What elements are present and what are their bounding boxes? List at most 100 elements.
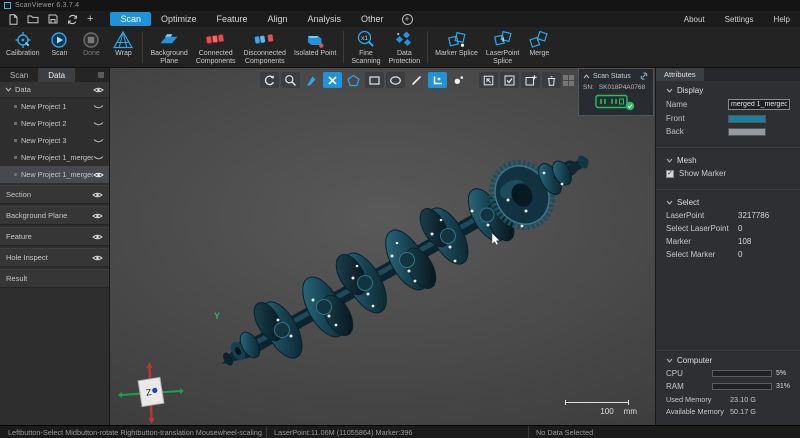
disconnected-components-icon — [254, 30, 275, 49]
collapse-chevron-icon[interactable] — [583, 74, 590, 79]
tree-node-feature[interactable]: Feature — [0, 227, 109, 246]
wrap-mesh-icon — [113, 30, 133, 49]
background-plane-button[interactable]: Background Plane — [146, 27, 191, 67]
back-color-swatch[interactable] — [728, 128, 766, 136]
selection-status: No Data Selected — [528, 426, 800, 438]
tree-node-project-3[interactable]: New Project 3 — [0, 132, 109, 149]
new-file-icon[interactable] — [9, 14, 18, 25]
brush-select-button[interactable] — [302, 72, 321, 88]
about-menu[interactable]: About — [684, 15, 705, 24]
scan-status-title: Scan Status — [593, 73, 636, 80]
used-memory-label: Used Memory — [666, 395, 730, 404]
sidebar-tab-data[interactable]: Data — [38, 68, 75, 82]
display-section: Display Name Front Back — [656, 81, 800, 144]
eye-closed-icon[interactable] — [93, 155, 104, 161]
coordinate-tool-button[interactable] — [428, 72, 447, 88]
tree-node-project-merged-selected[interactable]: New Project 1_merged 1 — [0, 166, 109, 183]
laserpoint-splice-button[interactable]: LaserPoint Splice — [482, 27, 523, 67]
tree-node-background-plane[interactable]: Background Plane — [0, 206, 109, 225]
eye-open-icon[interactable] — [92, 254, 103, 262]
save-icon[interactable] — [48, 14, 58, 24]
show-marker-checkbox[interactable]: ✓ — [666, 170, 674, 178]
marker-splice-button[interactable]: Marker Splice — [431, 27, 482, 67]
zoom-button[interactable] — [281, 72, 300, 88]
chevron-down-icon[interactable] — [666, 200, 673, 205]
eye-open-icon[interactable] — [92, 212, 103, 220]
wrap-button[interactable]: Wrap — [107, 27, 139, 67]
eye-open-icon[interactable] — [93, 171, 104, 179]
menubar: + Scan Optimize Feature Align Analysis O… — [0, 11, 800, 27]
polygon-select-button[interactable] — [344, 72, 363, 88]
calibration-button[interactable]: Calibration — [2, 27, 43, 67]
eye-closed-icon[interactable] — [93, 104, 104, 110]
new-selection-button[interactable] — [521, 72, 540, 88]
deselect-tool-button[interactable] — [323, 72, 342, 88]
help-menu[interactable]: Help — [774, 15, 790, 24]
scanner-connected-icon — [595, 93, 637, 111]
scanviewer-window: ScanViewer 6.3.7.4 + Scan Optimize Featu… — [0, 0, 800, 438]
name-input[interactable] — [728, 99, 790, 110]
tab-scan[interactable]: Scan — [110, 12, 151, 26]
scan-button[interactable]: Scan — [43, 27, 75, 67]
link-icon[interactable] — [639, 71, 649, 81]
rotate-view-button[interactable] — [260, 72, 279, 88]
lasso-select-button[interactable] — [386, 72, 405, 88]
eye-open-icon[interactable] — [92, 233, 103, 241]
eye-closed-icon[interactable] — [93, 121, 104, 127]
tree-node-result[interactable]: Result — [0, 269, 109, 288]
confirm-selection-button[interactable] — [500, 72, 519, 88]
tree-node-data[interactable]: Data — [0, 82, 109, 98]
line-tool-button[interactable] — [407, 72, 426, 88]
window-title: ScanViewer 6.3.7.4 — [15, 2, 79, 9]
chevron-down-icon[interactable] — [666, 358, 673, 363]
rectangle-select-button[interactable] — [365, 72, 384, 88]
done-button[interactable]: Done — [75, 27, 107, 67]
pin-icon[interactable] — [98, 72, 104, 78]
data-protection-button[interactable]: Data Protection — [385, 27, 425, 67]
available-memory-label: Available Memory — [666, 407, 730, 416]
tab-analysis[interactable]: Analysis — [298, 12, 352, 26]
ribbon-toolbar: Calibration Scan Done Wrap — [0, 27, 800, 68]
chevron-down-icon[interactable] — [666, 88, 673, 93]
menu-tabs: Scan Optimize Feature Align Analysis Oth… — [110, 12, 412, 26]
sidebar-tab-scan[interactable]: Scan — [0, 68, 38, 82]
tree-node-project-1[interactable]: New Project 1 — [0, 98, 109, 115]
sync-icon[interactable] — [67, 14, 78, 25]
tree-node-hole-inspect[interactable]: Hole Inspect — [0, 248, 109, 267]
open-folder-icon[interactable] — [27, 14, 39, 24]
eye-open-icon[interactable] — [92, 191, 103, 199]
scan-status-panel: Scan Status SN: SK018P4A0768 — [578, 68, 654, 116]
chevron-down-icon[interactable] — [666, 158, 673, 163]
orientation-gizmo[interactable]: Z — [118, 361, 184, 425]
eye-open-icon[interactable] — [93, 86, 104, 94]
add-project-icon[interactable]: + — [87, 14, 93, 24]
merge-button[interactable]: Merge — [523, 27, 555, 67]
fine-scanning-button[interactable]: x1 Fine Scanning — [347, 27, 384, 67]
tab-align[interactable]: Align — [258, 12, 298, 26]
save-selection-button[interactable] — [479, 72, 498, 88]
delete-data-button[interactable] — [542, 72, 561, 88]
add-tab-icon[interactable]: + — [402, 14, 413, 25]
eye-closed-icon[interactable] — [93, 138, 104, 144]
tree-node-section[interactable]: Section — [0, 185, 109, 204]
tab-other[interactable]: Other — [351, 12, 394, 26]
front-color-swatch[interactable] — [728, 115, 766, 123]
tab-optimize[interactable]: Optimize — [151, 12, 207, 26]
settings-menu[interactable]: Settings — [725, 15, 754, 24]
scale-unit: mm — [624, 407, 637, 416]
cpu-value: 5% — [776, 370, 786, 377]
chevron-down-icon[interactable] — [5, 87, 12, 92]
viewport-canvas[interactable]: Scan Status SN: SK018P4A0768 Y — [110, 68, 655, 425]
show-marker-label: Show Marker — [679, 169, 726, 178]
laserpoint-count: 3217786 — [738, 211, 769, 220]
attributes-tab[interactable]: Attributes — [656, 68, 704, 81]
connected-components-button[interactable]: Connected Components — [192, 27, 240, 67]
point-tool-button[interactable] — [449, 72, 468, 88]
tree-node-project-merged[interactable]: New Project 1_merged 1 — [0, 149, 109, 166]
tree-node-project-2[interactable]: New Project 2 — [0, 115, 109, 132]
layout-grid-icon[interactable] — [562, 74, 575, 87]
tab-feature[interactable]: Feature — [206, 12, 257, 26]
isolated-point-button[interactable]: Isolated Point — [290, 27, 340, 67]
disconnected-components-button[interactable]: Disconnected Components — [240, 27, 290, 67]
laserpoint-splice-icon — [493, 30, 513, 49]
